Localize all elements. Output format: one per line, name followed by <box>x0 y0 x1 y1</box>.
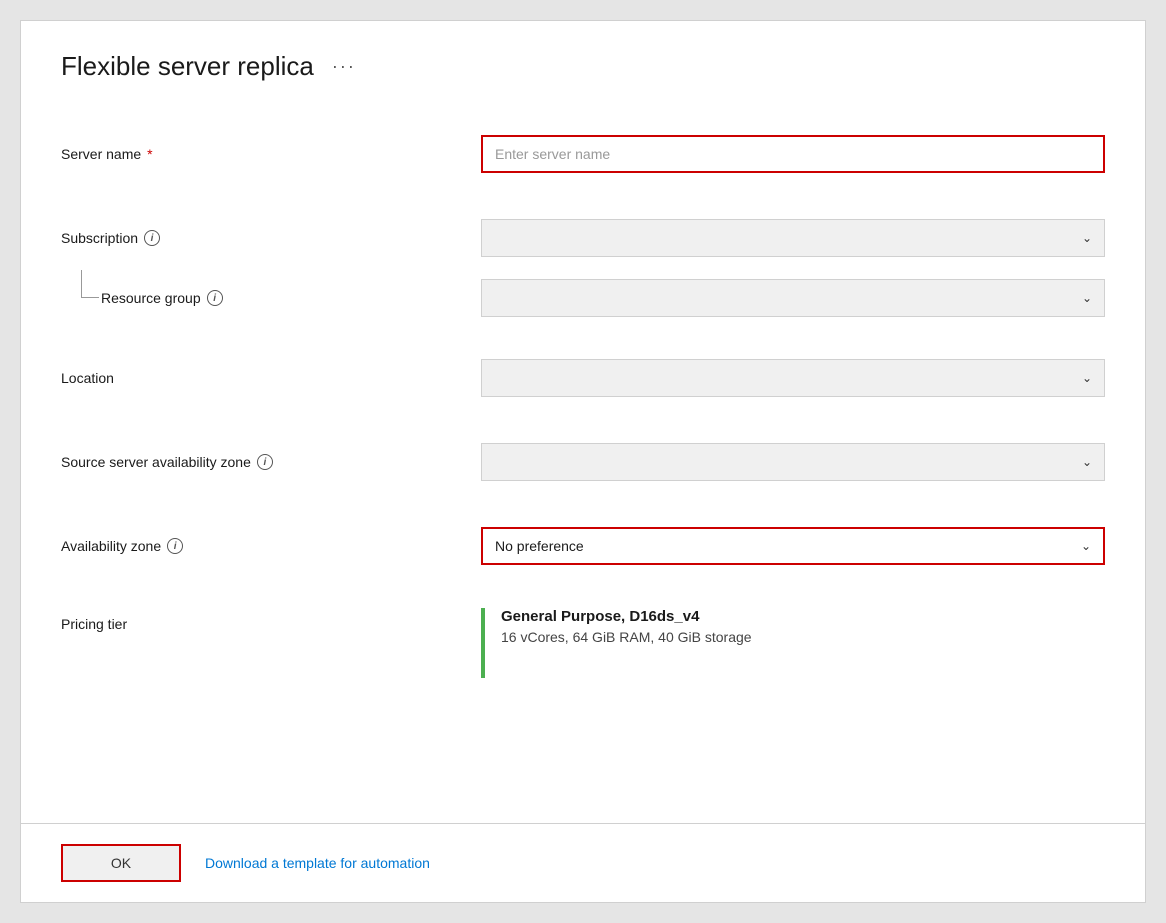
pricing-tier-row: Pricing tier General Purpose, D16ds_v4 1… <box>61 598 1105 688</box>
pricing-tier-details: 16 vCores, 64 GiB RAM, 40 GiB storage <box>501 629 752 645</box>
source-availability-zone-label: Source server availability zone i <box>61 454 481 470</box>
server-name-control <box>481 135 1105 173</box>
pricing-tier-green-bar <box>481 608 485 678</box>
availability-zone-row: Availability zone i No preference ⌄ <box>61 514 1105 578</box>
source-availability-zone-control: ⌄ <box>481 443 1105 481</box>
subscription-info-icon[interactable]: i <box>144 230 160 246</box>
separator-4 <box>61 494 1105 514</box>
availability-zone-label: Availability zone i <box>61 538 481 554</box>
location-row: Location ⌄ <box>61 346 1105 410</box>
download-template-link[interactable]: Download a template for automation <box>205 855 430 871</box>
pricing-content: General Purpose, D16ds_v4 16 vCores, 64 … <box>481 608 1105 678</box>
pricing-tier-name: General Purpose, D16ds_v4 <box>501 608 752 625</box>
separator-2 <box>61 326 1105 346</box>
server-name-label: Server name * <box>61 146 481 162</box>
location-select[interactable]: ⌄ <box>481 359 1105 397</box>
resource-group-label: Resource group i <box>101 290 481 306</box>
source-availability-zone-select[interactable]: ⌄ <box>481 443 1105 481</box>
subscription-control: ⌄ <box>481 219 1105 257</box>
location-chevron-icon: ⌄ <box>1082 371 1092 385</box>
resource-group-select[interactable]: ⌄ <box>481 279 1105 317</box>
availability-zone-info-icon[interactable]: i <box>167 538 183 554</box>
availability-zone-value: No preference <box>495 538 584 554</box>
pricing-tier-label: Pricing tier <box>61 608 481 632</box>
source-availability-zone-row: Source server availability zone i ⌄ <box>61 430 1105 494</box>
source-availability-zone-chevron-icon: ⌄ <box>1082 455 1092 469</box>
pricing-text: General Purpose, D16ds_v4 16 vCores, 64 … <box>501 608 752 645</box>
separator-1 <box>61 186 1105 206</box>
dialog-title-row: Flexible server replica ··· <box>61 51 1105 82</box>
resource-group-row: Resource group i ⌄ <box>61 270 1105 326</box>
dialog-body: Flexible server replica ··· Server name … <box>21 21 1145 823</box>
separator-3 <box>61 410 1105 430</box>
ok-button[interactable]: OK <box>61 844 181 882</box>
availability-zone-control: No preference ⌄ <box>481 527 1105 565</box>
form-section: Server name * Subscription i ⌄ <box>61 122 1105 688</box>
availability-zone-chevron-icon: ⌄ <box>1081 539 1091 553</box>
flexible-server-replica-dialog: Flexible server replica ··· Server name … <box>20 20 1146 903</box>
availability-zone-select[interactable]: No preference ⌄ <box>481 527 1105 565</box>
source-availability-zone-info-icon[interactable]: i <box>257 454 273 470</box>
dialog-title: Flexible server replica <box>61 51 314 82</box>
server-name-row: Server name * <box>61 122 1105 186</box>
resource-group-control: ⌄ <box>481 279 1105 317</box>
location-control: ⌄ <box>481 359 1105 397</box>
resource-group-chevron-icon: ⌄ <box>1082 291 1092 305</box>
subscription-label: Subscription i <box>61 230 481 246</box>
separator-5 <box>61 578 1105 598</box>
location-label: Location <box>61 370 481 386</box>
subscription-row: Subscription i ⌄ <box>61 206 1105 270</box>
indent-connector <box>61 270 101 326</box>
subscription-chevron-icon: ⌄ <box>1082 231 1092 245</box>
dialog-footer: OK Download a template for automation <box>21 823 1145 902</box>
required-indicator: * <box>147 146 152 162</box>
resource-group-info-icon[interactable]: i <box>207 290 223 306</box>
ellipsis-button[interactable]: ··· <box>326 54 362 79</box>
server-name-input[interactable] <box>481 135 1105 173</box>
subscription-select[interactable]: ⌄ <box>481 219 1105 257</box>
